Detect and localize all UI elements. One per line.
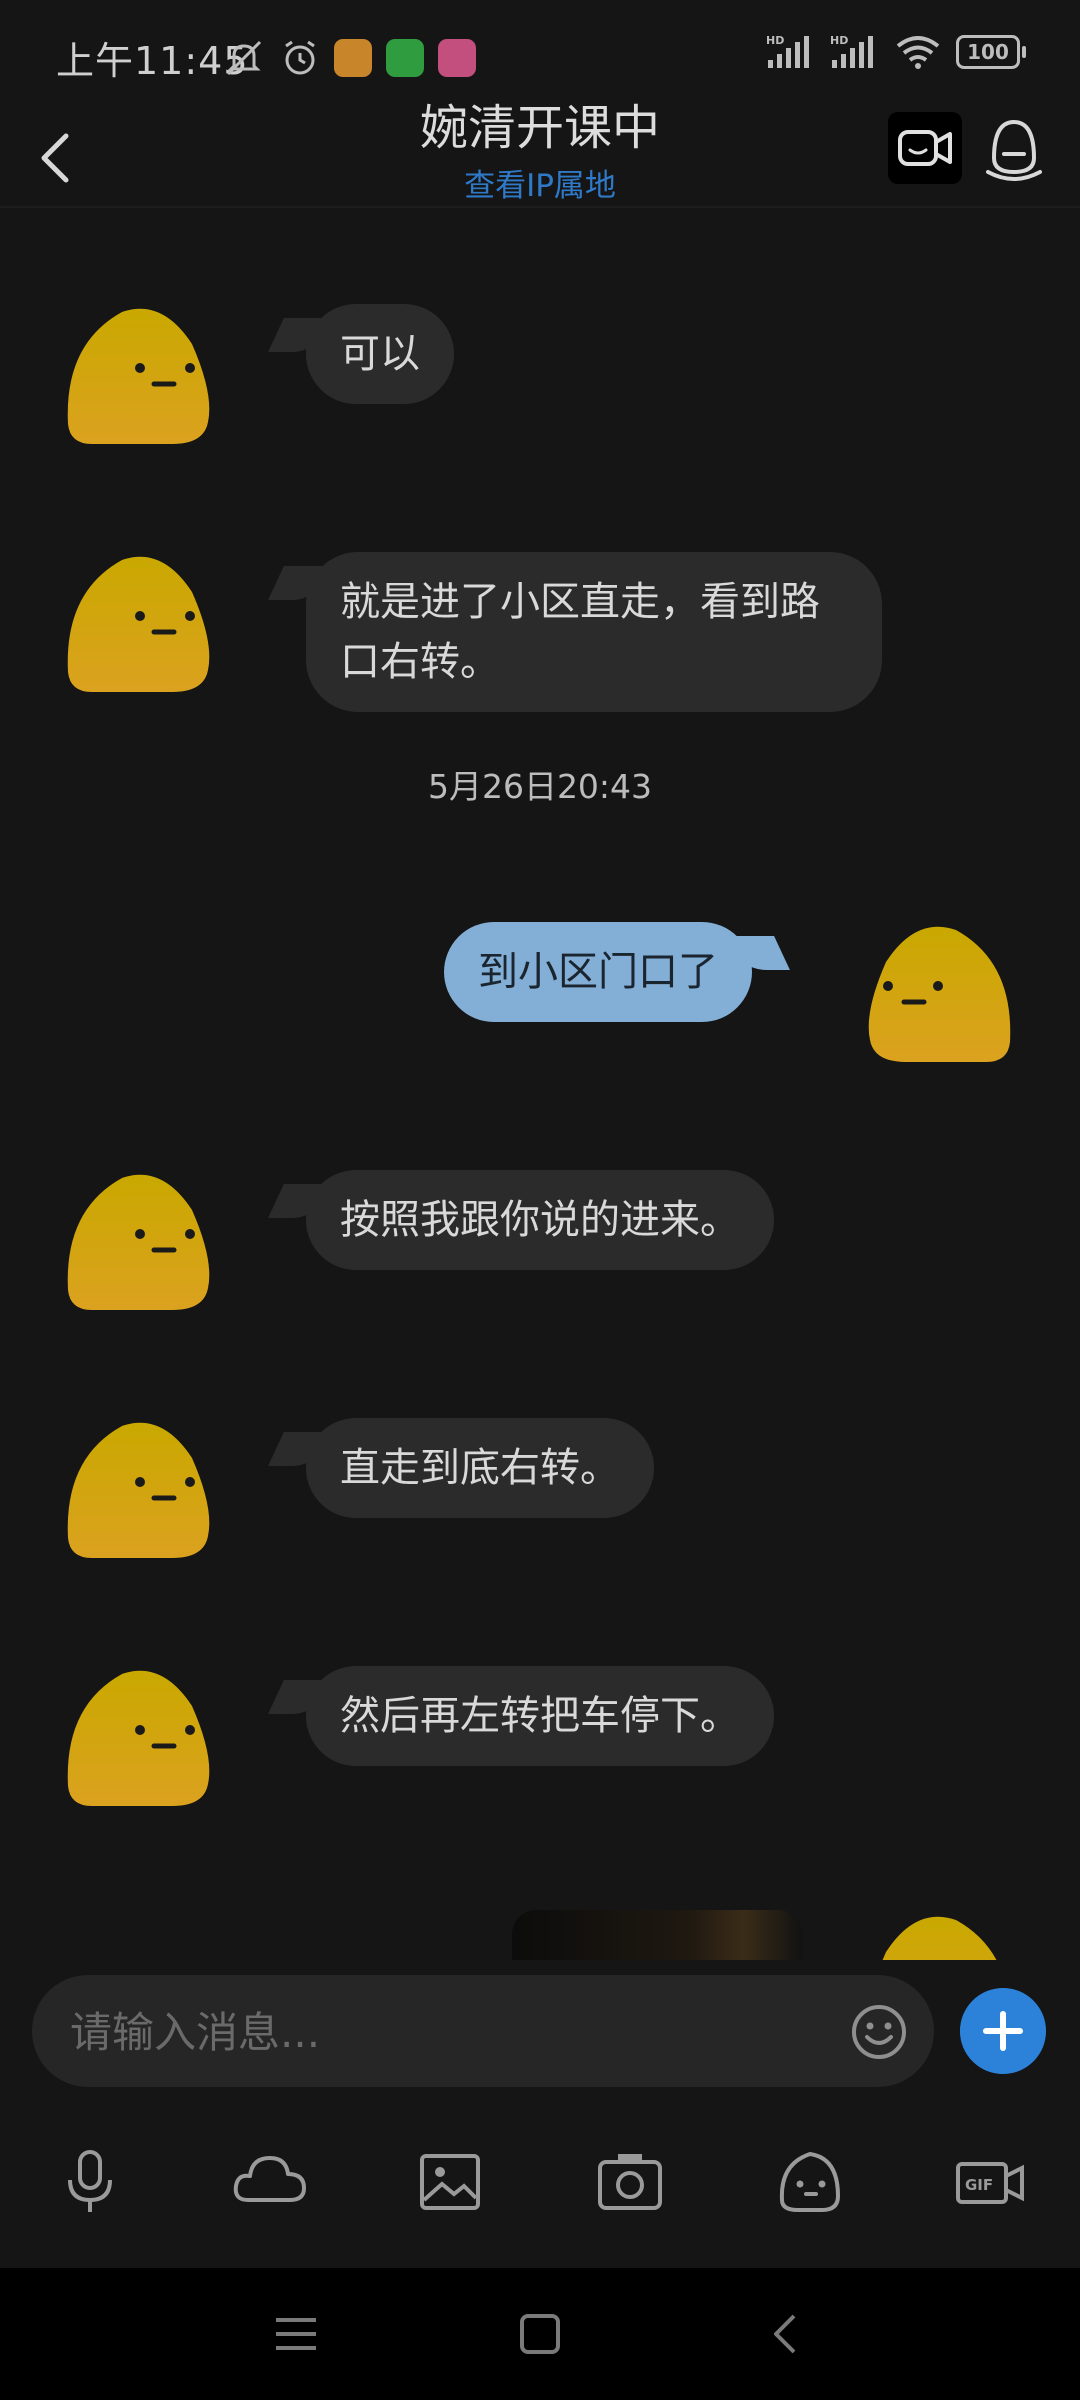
bilibili-app-icon (438, 39, 476, 77)
svg-text:GIF: GIF (965, 2176, 993, 2194)
message-bubble[interactable]: 然后再左转把车停下。 (306, 1666, 774, 1766)
microphone-icon[interactable] (48, 2140, 132, 2224)
contact-avatar[interactable] (62, 1666, 212, 1808)
video-call-icon[interactable] (888, 112, 962, 184)
notes-app-icon (334, 39, 372, 77)
contact-avatar[interactable] (62, 1418, 212, 1560)
my-avatar[interactable] (866, 1912, 1016, 1960)
emoji-face-icon[interactable] (768, 2140, 852, 2224)
system-navigation-bar (0, 2268, 1080, 2400)
emoji-icon[interactable] (850, 2003, 908, 2061)
profile-icon[interactable] (982, 110, 1046, 186)
home-icon[interactable] (510, 2304, 570, 2364)
message-list[interactable]: 可以 就是进了小区直走，看到路口右转。 5月26日20:43 到小区门口了 按照… (0, 208, 1080, 1960)
signal-icon: HD (766, 34, 809, 68)
message-bubble[interactable]: 直走到底右转。 (306, 1418, 654, 1518)
svg-text:HD: HD (766, 34, 784, 47)
nav-back-icon[interactable] (756, 2304, 816, 2364)
status-time: 上午11:45 (56, 39, 249, 83)
chat-header: 婉清开课中 查看IP属地 (0, 100, 1080, 206)
image-message[interactable] (512, 1910, 802, 1960)
camera-icon[interactable] (588, 2140, 672, 2224)
gif-icon[interactable]: GIF (948, 2140, 1032, 2224)
battery-indicator: 100 (956, 35, 1026, 69)
message-bubble[interactable]: 就是进了小区直走，看到路口右转。 (306, 552, 882, 712)
message-input[interactable] (68, 1975, 832, 2089)
message-input-bar (32, 1975, 934, 2089)
contact-avatar[interactable] (62, 552, 212, 694)
message-bubble-outgoing[interactable]: 到小区门口了 (444, 922, 752, 1022)
mute-bell-icon (226, 40, 262, 76)
image-icon[interactable] (408, 2140, 492, 2224)
input-toolbar: GIF (0, 2140, 1080, 2240)
message-bubble[interactable]: 可以 (306, 304, 454, 404)
plus-icon[interactable] (960, 1988, 1046, 2074)
message-timestamp: 5月26日20:43 (427, 767, 653, 806)
contact-avatar[interactable] (62, 1170, 212, 1312)
cloud-icon[interactable] (228, 2140, 312, 2224)
signal-icon-2: HD (830, 34, 873, 68)
wechat-app-icon (386, 39, 424, 77)
menu-icon[interactable] (266, 2304, 326, 2364)
message-bubble[interactable]: 按照我跟你说的进来。 (306, 1170, 774, 1270)
svg-text:HD: HD (830, 34, 848, 47)
wifi-icon (896, 36, 940, 69)
contact-avatar[interactable] (62, 304, 212, 446)
alarm-icon (285, 40, 315, 75)
my-avatar[interactable] (866, 922, 1016, 1064)
